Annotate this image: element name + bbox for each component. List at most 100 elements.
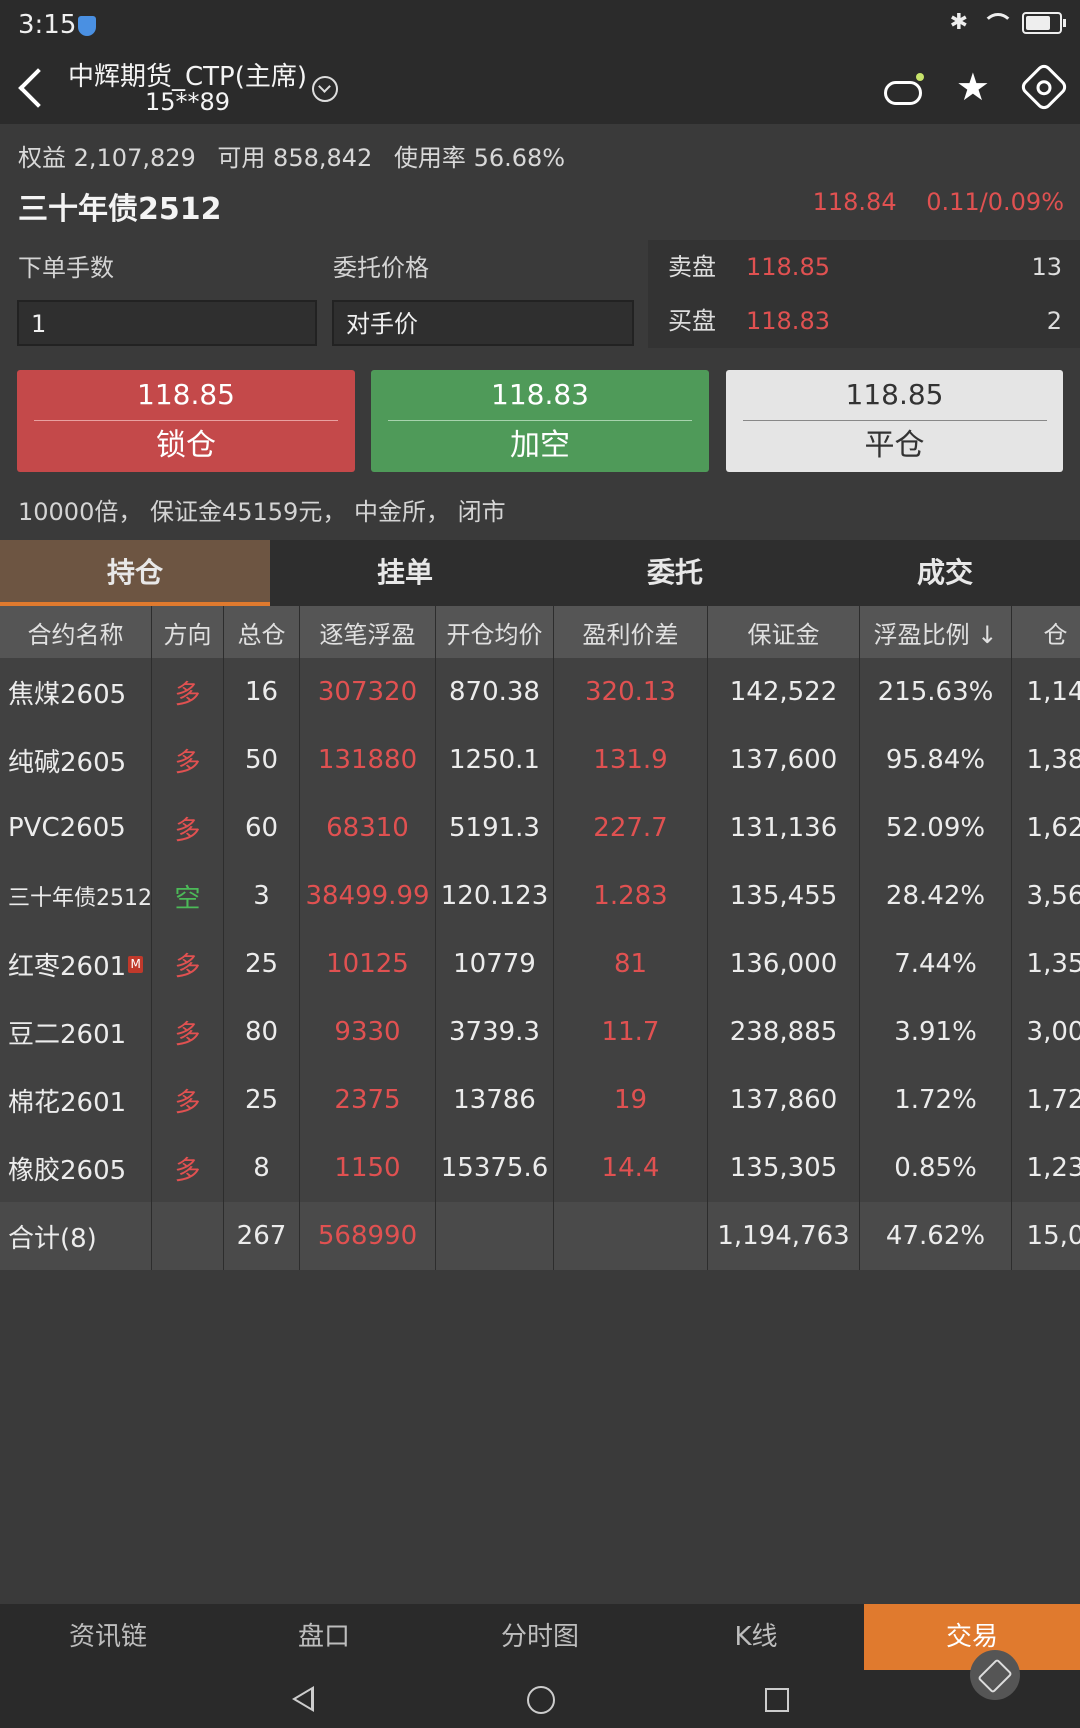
table-row[interactable]: 焦煤2605 多 16 307320 870.38 320.13 142,522 215.63…: [0, 658, 1080, 727]
cell-text: 28.42%: [885, 881, 986, 911]
tab-orders[interactable]: 委托: [540, 540, 810, 606]
lots-input[interactable]: 1: [17, 300, 317, 346]
contract-quote: 118.84 0.11/0.09%: [791, 188, 1064, 216]
cell-total-qty: 25: [224, 930, 300, 998]
wifi-icon: [982, 12, 1014, 33]
cell-text: 红枣2601: [8, 951, 127, 982]
cell-text: 95.84%: [885, 745, 986, 775]
cell-pnl-ratio: 47.62%: [860, 1202, 1012, 1270]
table-row[interactable]: 三十年债2512 空 3 38499.99 120.123 1.283 135,455 28.…: [0, 862, 1080, 931]
tab-trades[interactable]: 成交: [810, 540, 1080, 606]
cell-text: 多: [174, 951, 201, 982]
cell-float-pnl: 2375: [300, 1066, 436, 1134]
header-direction[interactable]: 方向: [152, 606, 224, 658]
cell-extra: 1,62: [1012, 794, 1080, 862]
cell-text: 9330: [334, 1017, 401, 1047]
ask-row[interactable]: 卖盘 118.85 13: [648, 240, 1080, 294]
header-total-qty[interactable]: 总仓: [224, 606, 300, 658]
tab-positions[interactable]: 持仓: [0, 540, 270, 606]
cell-direction: 多: [152, 658, 224, 726]
cell-profit-spread: 14.4: [554, 1134, 708, 1202]
nav-intraday[interactable]: 分时图: [432, 1604, 648, 1670]
chevron-down-icon[interactable]: [312, 76, 338, 102]
cell-direction: 多: [152, 726, 224, 794]
cell-extra: 1,38: [1012, 726, 1080, 794]
cloud-sync-icon[interactable]: [882, 73, 924, 105]
price-label: 委托价格: [333, 254, 429, 282]
nav-news[interactable]: 资讯链: [0, 1604, 216, 1670]
system-back-icon[interactable]: [292, 1686, 314, 1712]
cell-margin: 238,885: [708, 998, 860, 1066]
bid-label: 买盘: [668, 307, 716, 335]
rotate-icon[interactable]: [970, 1650, 1020, 1700]
contract-title[interactable]: 三十年债2512: [18, 184, 222, 228]
nav-kline[interactable]: K线: [648, 1604, 864, 1670]
table-row[interactable]: PVC2605 多 60 68310 5191.3 227.7 131,136 52.09% 1…: [0, 794, 1080, 863]
cell-text: 68310: [326, 813, 409, 843]
cell-text: 25: [244, 949, 279, 979]
cell-text: 320.13: [585, 677, 676, 707]
lock-button[interactable]: 118.85 锁仓: [17, 370, 355, 472]
header-contract[interactable]: 合约名称: [0, 606, 152, 658]
nav-orderbook[interactable]: 盘口: [216, 1604, 432, 1670]
cell-text: 215.63%: [877, 677, 994, 707]
cell-text: 1,35: [1026, 949, 1080, 979]
add-short-button[interactable]: 118.83 加空: [371, 370, 709, 472]
cell-pnl-ratio: 7.44%: [860, 930, 1012, 998]
cell-float-pnl: 307320: [300, 658, 436, 726]
cell-float-pnl: 38499.99: [300, 862, 436, 930]
close-position-button[interactable]: 118.85 平仓: [726, 370, 1063, 472]
cell-text: 52.09%: [885, 813, 986, 843]
cell-text: 空: [174, 883, 201, 914]
orderbook: 卖盘 118.85 13 买盘 118.83 2: [648, 240, 1080, 348]
star-icon[interactable]: ★: [956, 68, 990, 106]
cell-open-avg: 3739.3: [436, 998, 554, 1066]
cell-extra: 3,00: [1012, 998, 1080, 1066]
cell-float-pnl: 1150: [300, 1134, 436, 1202]
cell-pnl-ratio: 3.91%: [860, 998, 1012, 1066]
header-open-avg[interactable]: 开仓均价: [436, 606, 554, 658]
cell-text: 5191.3: [449, 813, 540, 843]
cell-text: 50: [244, 745, 279, 775]
cell-text: 47.62%: [885, 1221, 986, 1251]
table-total-row[interactable]: 合计(8) 267 568990 1,194,763 47.62% 15,0: [0, 1202, 1080, 1270]
ask-price: 118.85: [746, 253, 830, 281]
gear-icon[interactable]: [1018, 61, 1070, 113]
back-icon[interactable]: [18, 68, 58, 108]
header-float-pnl[interactable]: 逐笔浮盈: [300, 606, 436, 658]
header-margin[interactable]: 保证金: [708, 606, 860, 658]
cell-open-avg: 1250.1: [436, 726, 554, 794]
cell-text: 120.123: [440, 881, 549, 911]
header-profit-spread[interactable]: 盈利价差: [554, 606, 708, 658]
cell-margin: 137,860: [708, 1066, 860, 1134]
table-row[interactable]: 棉花2601 多 25 2375 13786 19 137,860 1.72% 1,72: [0, 1066, 1080, 1135]
table-row[interactable]: 红枣2601 M 多 25 10125 10779 81 136,000 7.44% 1,35: [0, 930, 1080, 999]
system-home-icon[interactable]: [527, 1686, 555, 1714]
cell-pnl-ratio: 28.42%: [860, 862, 1012, 930]
system-recents-icon[interactable]: [765, 1688, 789, 1712]
table-row[interactable]: 豆二2601 多 80 9330 3739.3 11.7 238,885 3.91% 3,00: [0, 998, 1080, 1067]
price-type-input[interactable]: 对手价: [332, 300, 634, 346]
cell-text: 逐笔浮盈: [319, 620, 416, 649]
cell-text: 3: [253, 881, 270, 911]
cell-total-qty: 25: [224, 1066, 300, 1134]
margin-badge-icon: M: [128, 955, 144, 973]
tab-bar: 持仓 挂单 委托 成交: [0, 540, 1080, 606]
header-pnl-ratio[interactable]: 浮盈比例 ↓: [860, 606, 1012, 658]
cell-text: 1250.1: [449, 745, 540, 775]
cell-contract: 三十年债2512: [0, 862, 152, 930]
table-row[interactable]: 纯碱2605 多 50 131880 1250.1 131.9 137,600 95.84% 1…: [0, 726, 1080, 795]
header-extra[interactable]: 仓: [1012, 606, 1080, 658]
nav-trade[interactable]: 交易: [864, 1604, 1080, 1670]
short-label: 加空: [510, 428, 570, 463]
cell-text: 131.9: [593, 745, 668, 775]
cell-extra: 3,56: [1012, 862, 1080, 930]
cell-direction: 多: [152, 998, 224, 1066]
cell-text: 7.44%: [894, 949, 977, 979]
table-row[interactable]: 橡胶2605 多 8 1150 15375.6 14.4 135,305 0.85% 1,23: [0, 1134, 1080, 1203]
bid-row[interactable]: 买盘 118.83 2: [648, 294, 1080, 348]
cell-profit-spread: 19: [554, 1066, 708, 1134]
cell-text: 16: [244, 677, 279, 707]
tab-pending-orders[interactable]: 挂单: [270, 540, 540, 606]
cell-text: 1150: [334, 1153, 401, 1183]
